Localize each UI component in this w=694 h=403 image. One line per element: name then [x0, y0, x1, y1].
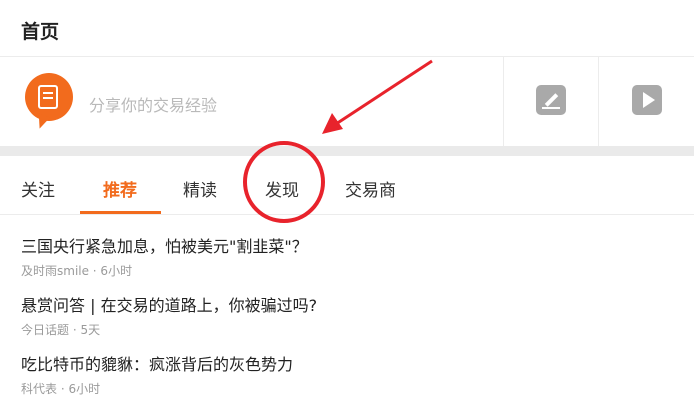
tab-follow[interactable]: 关注	[21, 176, 55, 201]
video-button[interactable]	[632, 85, 662, 115]
edit-icon	[544, 93, 559, 107]
section-gap	[0, 146, 694, 156]
list-item[interactable]: 三国央行紧急加息，怕被美元"割韭菜"？ 及时雨smile · 6小时	[21, 233, 308, 279]
list-item[interactable]: 悬赏问答 | 在交易的道路上，你被骗过吗? 今日话题 · 5天	[21, 292, 317, 338]
page-title: 首页	[21, 21, 60, 43]
item-title[interactable]: 吃比特币的貔貅：疯涨背后的灰色势力	[21, 351, 293, 375]
post-composer: 分享你的交易经验	[0, 57, 694, 146]
divider	[598, 57, 599, 146]
play-icon	[643, 92, 655, 108]
divider	[503, 57, 504, 146]
item-meta: 科代表 · 6小时	[21, 382, 101, 396]
item-title[interactable]: 悬赏问答 | 在交易的道路上，你被骗过吗?	[21, 292, 317, 316]
tab-recommend[interactable]: 推荐	[103, 176, 137, 201]
tab-brokers[interactable]: 交易商	[345, 176, 396, 201]
item-title[interactable]: 三国央行紧急加息，怕被美元"割韭菜"？	[21, 233, 308, 257]
top-header: 首页	[0, 0, 694, 57]
item-meta: 及时雨smile · 6小时	[21, 264, 133, 278]
edit-icon-line	[542, 107, 560, 109]
list-item[interactable]: 吃比特币的貔貅：疯涨背后的灰色势力 科代表 · 6小时	[21, 351, 293, 397]
tab-discover[interactable]: 发现	[265, 176, 299, 201]
tab-bar: 关注 推荐 精读 发现 交易商	[0, 156, 694, 215]
tab-featured[interactable]: 精读	[183, 176, 217, 201]
active-tab-indicator	[80, 211, 161, 214]
edit-button[interactable]	[536, 85, 566, 115]
share-input[interactable]: 分享你的交易经验	[89, 92, 217, 116]
item-meta: 今日话题 · 5天	[21, 323, 101, 337]
note-icon	[38, 85, 58, 109]
